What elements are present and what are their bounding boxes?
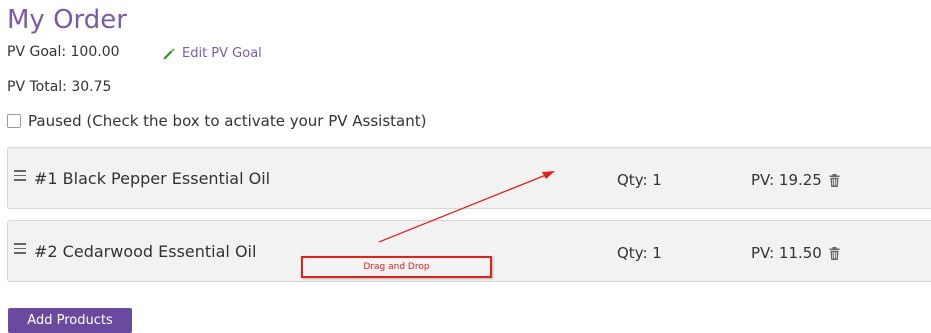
pencil-icon xyxy=(163,48,175,60)
edit-pv-goal-link[interactable]: Edit PV Goal xyxy=(162,45,262,63)
paused-option: Paused (Check the box to activate your P… xyxy=(7,112,426,130)
trash-icon[interactable] xyxy=(829,246,840,260)
order-item-row[interactable]: #1 Black Pepper Essential Oil Qty: 1 PV:… xyxy=(7,147,931,209)
trash-icon[interactable] xyxy=(829,173,840,187)
page-title: My Order xyxy=(7,5,127,35)
item-qty: Qty: 1 xyxy=(617,244,662,262)
item-pv: PV: 19.25 xyxy=(751,170,840,190)
pv-total-text: PV Total: 30.75 xyxy=(7,79,112,95)
item-qty: Qty: 1 xyxy=(617,171,662,189)
drag-handle-icon[interactable] xyxy=(14,170,26,184)
item-name: #1 Black Pepper Essential Oil xyxy=(34,169,271,188)
drag-handle-icon[interactable] xyxy=(14,243,26,257)
item-pv: PV: 11.50 xyxy=(751,243,840,263)
drag-drop-annotation: Drag and Drop xyxy=(301,256,492,278)
item-name: #2 Cedarwood Essential Oil xyxy=(34,242,257,261)
item-pv-value: PV: 19.25 xyxy=(751,171,822,189)
paused-checkbox[interactable] xyxy=(7,114,21,128)
edit-pv-goal-label: Edit PV Goal xyxy=(182,46,262,61)
item-pv-value: PV: 11.50 xyxy=(751,244,822,262)
paused-label: Paused (Check the box to activate your P… xyxy=(28,112,427,130)
add-products-button[interactable]: Add Products xyxy=(8,308,132,333)
pv-goal-text: PV Goal: 100.00 xyxy=(7,44,120,60)
